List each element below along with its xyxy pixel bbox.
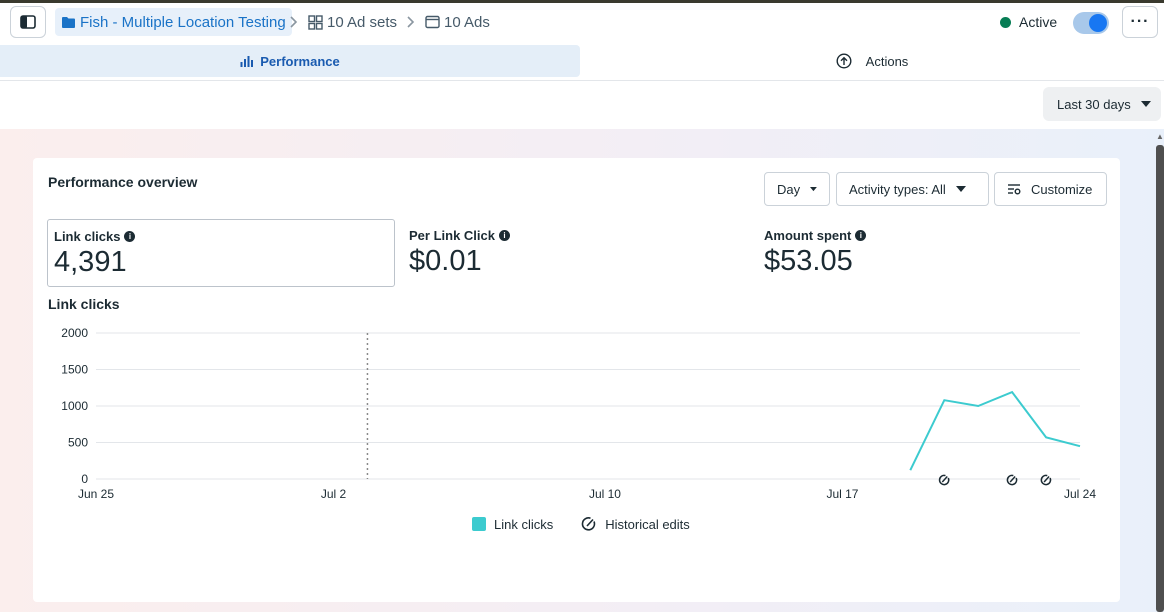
metric-per-link-click[interactable]: Per Link Click i $0.01: [403, 219, 751, 287]
scroll-up-arrow[interactable]: ▲: [1156, 132, 1164, 142]
metric-label: Link clicks: [54, 229, 121, 244]
tab-performance[interactable]: Performance: [0, 45, 580, 77]
legend-swatch: [472, 517, 486, 531]
card-title: Performance overview: [48, 174, 198, 190]
date-range-dropdown[interactable]: Last 30 days: [1043, 87, 1161, 121]
breadcrumb-ads-label: 10 Ads: [444, 13, 490, 31]
grid-icon: [308, 14, 323, 30]
legend-item-historical-edits[interactable]: Historical edits: [581, 516, 690, 532]
activity-types-label: Activity types: All: [849, 181, 946, 197]
x-tick-label: Jul 17: [826, 487, 858, 501]
tab-performance-label: Performance: [260, 53, 340, 69]
metric-label: Amount spent: [764, 228, 852, 243]
link-clicks-chart: 0 500 1000 1500 2000 Jun 25 Jul 2 Jul 10 Jul 17 J…: [61, 326, 1096, 501]
breadcrumb-campaign-label: Fish - Multiple Location Testing: [80, 13, 286, 31]
scrollbar-thumb[interactable]: [1156, 145, 1164, 612]
sidebar-toggle-button[interactable]: [10, 6, 46, 38]
top-bar: Fish - Multiple Location Testing 10 Ad s…: [0, 3, 1164, 41]
day-dropdown[interactable]: Day: [764, 172, 830, 206]
status-badge: Active: [1000, 14, 1057, 30]
tab-actions-label: Actions: [865, 53, 909, 69]
status-dot: [1000, 16, 1011, 28]
legend-item-link-clicks[interactable]: Link clicks: [472, 517, 553, 532]
arrow-up-circle-icon: [836, 53, 852, 69]
info-icon[interactable]: i: [124, 231, 136, 242]
y-tick-label: 1500: [61, 363, 88, 377]
historical-edit-icon: [581, 517, 596, 531]
chart-title: Link clicks: [48, 296, 120, 312]
breadcrumb-adsets-label: 10 Ad sets: [327, 13, 398, 31]
historical-edit-icon[interactable]: [1006, 474, 1018, 486]
caret-down-icon: [1140, 101, 1151, 107]
breadcrumb-adsets[interactable]: 10 Ad sets: [308, 10, 397, 34]
toggle-knob: [1089, 14, 1107, 32]
ellipsis-icon: ···: [1130, 13, 1150, 30]
performance-overview-card: Performance overview Day Activity types:…: [33, 158, 1120, 602]
status-label: Active: [1019, 14, 1058, 30]
day-dropdown-label: Day: [777, 181, 801, 197]
y-tick-label: 1000: [61, 399, 88, 413]
breadcrumb-ads[interactable]: 10 Ads: [425, 10, 490, 34]
caret-down-icon: [810, 186, 817, 192]
info-icon[interactable]: i: [498, 230, 510, 241]
metric-value: $53.05: [764, 245, 853, 277]
folder-icon: [62, 16, 75, 28]
x-tick-label: Jul 10: [589, 487, 621, 501]
chart-legend: Link clicks Historical edits: [472, 516, 690, 532]
more-options-button[interactable]: ···: [1122, 6, 1158, 38]
y-tick-label: 500: [68, 436, 88, 450]
metric-amount-spent[interactable]: Amount spent i $53.05: [758, 219, 1106, 287]
x-tick-label: Jul 2: [321, 487, 347, 501]
x-tick-label: Jul 24: [1064, 487, 1096, 501]
customize-settings-icon: [1008, 184, 1021, 195]
customize-button[interactable]: Customize: [994, 172, 1107, 206]
chevron-right-icon: [290, 16, 298, 28]
metric-label: Per Link Click: [409, 228, 495, 243]
sidebar-panel-icon: [20, 15, 36, 29]
metric-link-clicks[interactable]: Link clicks i 4,391: [47, 219, 395, 287]
chevron-right-icon: [407, 16, 415, 28]
info-icon[interactable]: i: [855, 230, 867, 241]
tab-actions[interactable]: Actions: [580, 45, 1164, 77]
series-line: [909, 390, 1081, 471]
ad-window-icon: [425, 15, 440, 29]
caret-down-icon: [955, 186, 966, 192]
historical-edit-icon[interactable]: [938, 474, 950, 486]
metric-value: $0.01: [409, 245, 482, 277]
customize-label: Customize: [1031, 181, 1093, 197]
date-range-label: Last 30 days: [1057, 96, 1131, 112]
y-tick-label: 0: [81, 472, 88, 486]
x-tick-label: Jun 25: [78, 487, 114, 501]
tab-bar: Performance Actions: [0, 45, 1164, 81]
active-toggle[interactable]: [1073, 12, 1109, 34]
bar-chart-icon: [240, 56, 254, 67]
metric-value: 4,391: [54, 246, 127, 278]
breadcrumb-campaign[interactable]: Fish - Multiple Location Testing: [55, 8, 292, 36]
activity-types-dropdown[interactable]: Activity types: All: [836, 172, 989, 206]
legend-label: Link clicks: [494, 516, 554, 532]
legend-label: Historical edits: [605, 516, 690, 532]
historical-edit-icon[interactable]: [1040, 474, 1052, 486]
y-tick-label: 2000: [61, 326, 88, 340]
